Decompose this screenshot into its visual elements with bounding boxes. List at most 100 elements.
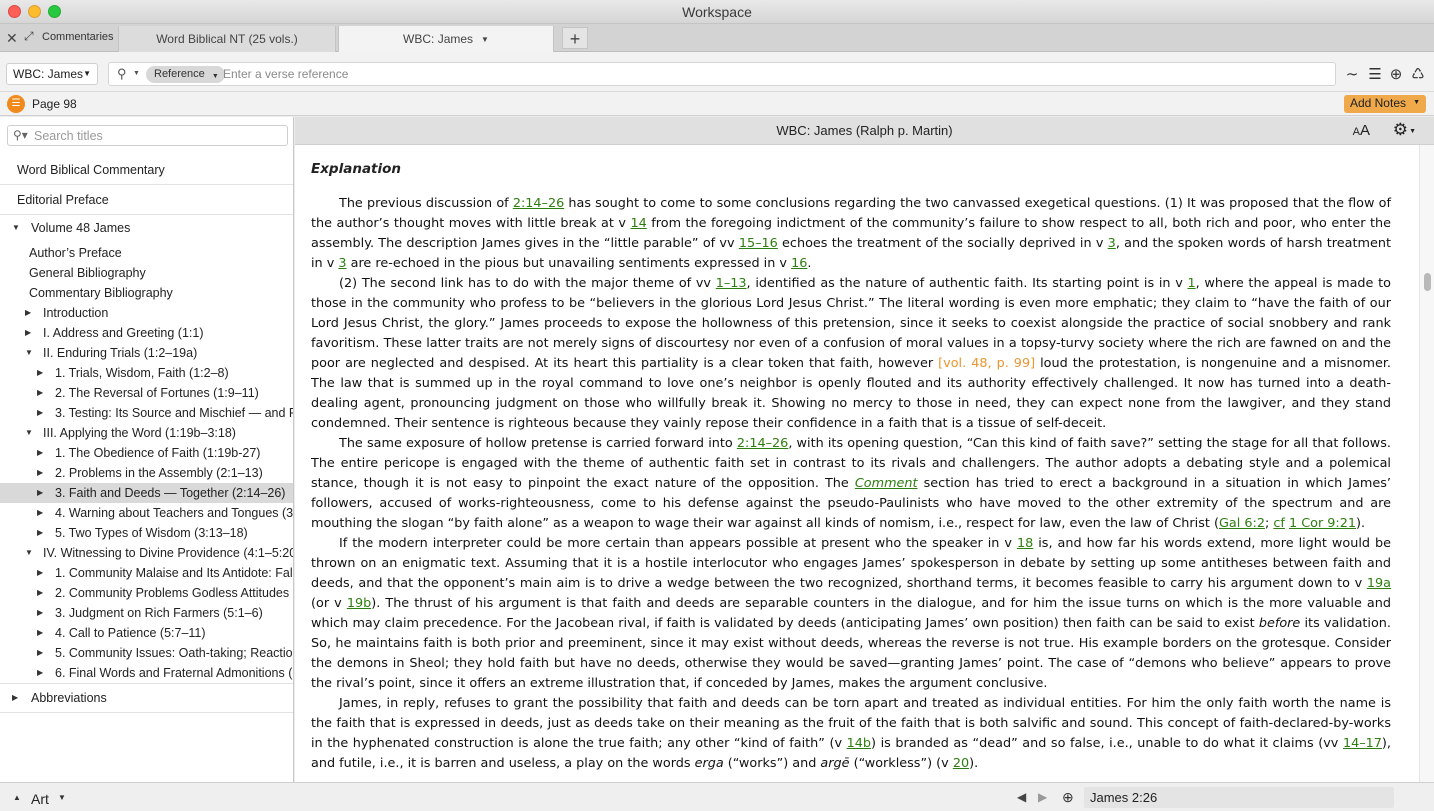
verse-link[interactable]: 15–16 bbox=[739, 236, 778, 251]
toc-item[interactable]: ▶ I. Address and Greeting (1:1) bbox=[0, 323, 293, 343]
triangle-right-icon[interactable]: ▶ bbox=[25, 323, 31, 343]
verse-link[interactable]: Comment bbox=[855, 476, 918, 491]
toc-item[interactable]: ▶ 2. Problems in the Assembly (2:1–13) bbox=[0, 463, 293, 483]
toc-item-label: II. Enduring Trials (1:2–19a) bbox=[43, 346, 198, 360]
triangle-right-icon[interactable]: ▶ bbox=[25, 303, 31, 323]
toc-item[interactable]: Word Biblical Commentary bbox=[0, 155, 293, 185]
verse-link[interactable]: 2:14–26 bbox=[513, 196, 564, 211]
verse-link[interactable]: 19b bbox=[347, 596, 371, 611]
verse-reference-input[interactable] bbox=[223, 65, 1323, 83]
title-search-input[interactable] bbox=[34, 128, 284, 144]
toc-item[interactable]: ▶ 1. Community Malaise and Its Antidote: … bbox=[0, 563, 293, 583]
triangle-right-icon[interactable]: ▶ bbox=[37, 583, 43, 603]
triangle-right-icon[interactable]: ▶ bbox=[37, 563, 43, 583]
toc-item[interactable]: ▶ 4. Call to Patience (5:7–11) bbox=[0, 623, 293, 643]
gear-icon[interactable]: ⚙ bbox=[1393, 120, 1408, 140]
verse-link[interactable]: 18 bbox=[1017, 536, 1033, 551]
verse-link[interactable]: Gal 6:2 bbox=[1219, 516, 1265, 531]
triangle-right-icon[interactable]: ▶ bbox=[37, 463, 43, 483]
verse-link[interactable]: 16 bbox=[791, 256, 807, 271]
verse-link[interactable]: cf bbox=[1273, 516, 1285, 531]
triangle-down-icon[interactable]: ▼ bbox=[25, 343, 33, 363]
triangle-down-icon[interactable]: ▼ bbox=[25, 543, 33, 563]
toc-item[interactable]: ▶ Abbreviations bbox=[0, 683, 293, 713]
toc-item[interactable]: General Bibliography bbox=[0, 263, 293, 283]
add-notes-button[interactable]: Add Notes ▼ bbox=[1343, 95, 1426, 113]
verse-link[interactable]: 1 Cor 9:21 bbox=[1289, 516, 1356, 531]
triangle-right-icon[interactable]: ▶ bbox=[37, 623, 43, 643]
verse-link[interactable]: 14b bbox=[847, 736, 871, 751]
triangle-right-icon[interactable]: ▶ bbox=[37, 403, 43, 423]
search-icon[interactable]: ⚲ bbox=[117, 66, 127, 82]
toc-item[interactable]: ▶ 2. The Reversal of Fortunes (1:9–11) bbox=[0, 383, 293, 403]
toc-item[interactable]: Commentary Bibliography bbox=[0, 283, 293, 303]
toc-item[interactable]: ▶ 1. The Obedience of Faith (1:19b-27) bbox=[0, 443, 293, 463]
search-mode-select[interactable]: Reference ▼ bbox=[146, 66, 225, 83]
toc-item-label: Abbreviations bbox=[31, 691, 107, 705]
triangle-down-icon[interactable]: ▼ bbox=[25, 423, 33, 443]
close-icon[interactable]: ✕ bbox=[6, 30, 18, 47]
toc-item[interactable]: ▶ 5. Two Types of Wisdom (3:13–18) bbox=[0, 523, 293, 543]
search-icon[interactable]: ⚲▾ bbox=[13, 128, 28, 142]
reader-scrollbar[interactable] bbox=[1419, 145, 1434, 782]
toc-item[interactable]: ▶ 3. Testing: Its Source and Mischief — a… bbox=[0, 403, 293, 423]
toc-item[interactable]: ▶ 3. Judgment on Rich Farmers (5:1–6) bbox=[0, 603, 293, 623]
toc-list-icon[interactable]: ☰ bbox=[7, 95, 25, 113]
toc-item-selected[interactable]: ▶ 3. Faith and Deeds — Together (2:14–26) bbox=[0, 483, 293, 503]
toc-item[interactable]: Editorial Preface bbox=[0, 185, 293, 215]
verse-link[interactable]: 1–13 bbox=[716, 276, 747, 291]
current-reference[interactable]: James 2:26 bbox=[1084, 787, 1394, 808]
verse-link[interactable]: 3 bbox=[338, 256, 346, 271]
expand-icon[interactable]: ⤢ bbox=[24, 29, 38, 43]
triangle-down-icon[interactable]: ▼ bbox=[12, 218, 20, 238]
recycle-icon[interactable]: ♺ bbox=[1409, 65, 1427, 83]
chevron-down-icon[interactable]: ▼ bbox=[481, 35, 489, 44]
wave-icon[interactable]: ∼ bbox=[1343, 65, 1361, 83]
triangle-right-icon[interactable]: ▶ bbox=[37, 483, 43, 503]
toc-item[interactable]: ▶ 5. Community Issues: Oath-taking; React… bbox=[0, 643, 293, 663]
tab-wbc-james[interactable]: WBC: James ▼ bbox=[338, 26, 554, 52]
toc-item[interactable]: ▶ Introduction bbox=[0, 303, 293, 323]
verse-link[interactable]: 14–17 bbox=[1343, 736, 1382, 751]
verse-link[interactable]: 1 bbox=[1187, 276, 1195, 291]
triangle-right-icon[interactable]: ▶ bbox=[37, 383, 43, 403]
chevron-down-icon[interactable]: ▼ bbox=[1409, 128, 1416, 135]
toc-item[interactable]: ▶ 2. Community Problems Godless Attitudes… bbox=[0, 583, 293, 603]
next-arrow-icon[interactable]: ▶ bbox=[1038, 790, 1047, 804]
verse-link[interactable]: 20 bbox=[953, 756, 969, 771]
toc-item[interactable]: ▼ Volume 48 James bbox=[0, 218, 293, 238]
previous-arrow-icon[interactable]: ◀ bbox=[1017, 790, 1026, 804]
toc-item[interactable]: ▶ 6. Final Words and Fraternal Admonition… bbox=[0, 663, 293, 683]
toc-item[interactable]: ▼ IV. Witnessing to Divine Providence (4:… bbox=[0, 543, 293, 563]
toc-item[interactable]: ▶ 1. Trials, Wisdom, Faith (1:2–8) bbox=[0, 363, 293, 383]
font-size-icon[interactable]: AA bbox=[1353, 122, 1370, 139]
triangle-right-icon[interactable]: ▶ bbox=[37, 603, 43, 623]
triangle-right-icon[interactable]: ▶ bbox=[37, 443, 43, 463]
art-label[interactable]: Art bbox=[31, 791, 49, 807]
globe-icon[interactable]: ⊕ bbox=[1062, 789, 1074, 806]
toc-item[interactable]: ▶ 4. Warning about Teachers and Tongues (… bbox=[0, 503, 293, 523]
scrollbar-thumb[interactable] bbox=[1424, 273, 1431, 291]
toc-item[interactable]: ▼ III. Applying the Word (1:19b–3:18) bbox=[0, 423, 293, 443]
chevron-down-icon[interactable]: ▼ bbox=[133, 70, 140, 77]
triangle-right-icon[interactable]: ▶ bbox=[37, 643, 43, 663]
verse-link[interactable]: 2:14–26 bbox=[737, 436, 788, 451]
triangle-right-icon[interactable]: ▶ bbox=[37, 523, 43, 543]
list-icon[interactable]: ☰ bbox=[1366, 65, 1384, 83]
new-tab-button[interactable]: + bbox=[562, 27, 588, 49]
resource-select[interactable]: WBC: James ▼ bbox=[6, 63, 98, 85]
verse-link[interactable]: 3 bbox=[1108, 236, 1116, 251]
tab-word-biblical-nt[interactable]: Word Biblical NT (25 vols.) bbox=[118, 26, 336, 52]
verse-link[interactable]: 14 bbox=[630, 216, 646, 231]
verse-link[interactable]: 19a bbox=[1367, 576, 1391, 591]
toc-item[interactable]: Author’s Preface bbox=[0, 243, 293, 263]
chevron-down-icon[interactable]: ▼ bbox=[58, 793, 66, 802]
toc-item[interactable]: ▼ II. Enduring Trials (1:2–19a) bbox=[0, 343, 293, 363]
triangle-right-icon[interactable]: ▶ bbox=[37, 503, 43, 523]
add-circle-icon[interactable]: ⊕ bbox=[1387, 65, 1405, 83]
chevron-down-icon: ▼ bbox=[1413, 99, 1420, 106]
triangle-right-icon[interactable]: ▶ bbox=[37, 363, 43, 383]
triangle-right-icon[interactable]: ▶ bbox=[37, 663, 43, 683]
triangle-right-icon[interactable]: ▶ bbox=[12, 684, 18, 712]
triangle-up-icon[interactable]: ▲ bbox=[13, 793, 21, 802]
